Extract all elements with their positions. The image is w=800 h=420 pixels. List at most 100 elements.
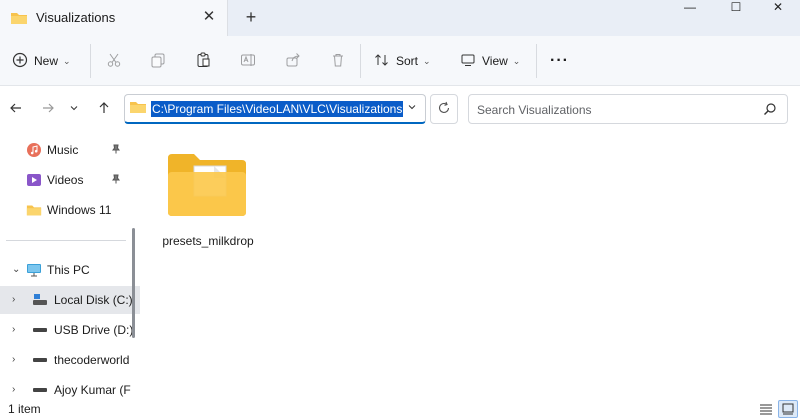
sidebar-item-label: thecoderworld xyxy=(54,353,130,367)
chevron-down-icon xyxy=(69,102,79,116)
sort-icon xyxy=(374,52,390,71)
share-button[interactable] xyxy=(285,48,301,74)
folder-icon xyxy=(10,10,28,29)
folder-icon xyxy=(26,202,42,218)
chevron-down-icon[interactable]: ⌄ xyxy=(12,264,20,275)
minimize-button[interactable]: — xyxy=(668,0,712,20)
sidebar-item-music[interactable]: Music xyxy=(0,136,140,164)
sidebar-item-label: Music xyxy=(47,143,79,157)
maximize-button[interactable]: ☐ xyxy=(714,0,758,20)
drive-icon xyxy=(32,382,48,398)
chevron-down-icon: ⌄ xyxy=(423,55,431,66)
chevron-down-icon xyxy=(408,105,416,110)
chevron-down-icon: ⌄ xyxy=(512,55,521,66)
toolbar-divider xyxy=(536,44,537,78)
pin-icon xyxy=(111,174,121,187)
new-tab-button[interactable]: + xyxy=(240,6,262,28)
back-button[interactable] xyxy=(4,98,28,120)
drive-icon xyxy=(32,352,48,368)
new-label: New xyxy=(34,54,59,68)
chevron-right-icon[interactable]: › xyxy=(12,354,15,365)
address-bar[interactable]: C:\Program Files\VideoLAN\VLC\Visualizat… xyxy=(124,94,426,124)
delete-button[interactable] xyxy=(330,48,346,74)
sidebar-divider xyxy=(6,240,126,241)
folder-item-presets-milkdrop[interactable]: presets_milkdrop xyxy=(160,148,256,252)
up-button[interactable] xyxy=(92,98,116,120)
new-button[interactable]: New ⌄ xyxy=(12,48,71,74)
sidebar-item-videos[interactable]: Videos xyxy=(0,166,140,194)
item-count: 1 item xyxy=(8,402,41,416)
sidebar-item-label: Videos xyxy=(47,173,84,187)
arrow-right-icon xyxy=(41,101,55,118)
view-label: View xyxy=(482,54,508,68)
sidebar-scrollbar[interactable] xyxy=(132,228,135,338)
tab-close-button[interactable]: ✕ xyxy=(198,6,220,28)
sidebar-item-this-pc[interactable]: ⌄ This PC xyxy=(0,256,140,284)
sidebar-item-label: USB Drive (D:) xyxy=(54,323,134,337)
chevron-right-icon[interactable]: › xyxy=(12,324,15,335)
refresh-button[interactable] xyxy=(430,94,458,124)
chevron-right-icon[interactable]: › xyxy=(12,384,15,395)
search-icon xyxy=(763,102,777,119)
sort-button[interactable]: Sort ⌄ xyxy=(374,48,431,74)
tab-title: Visualizations xyxy=(36,10,116,25)
sidebar-item-label: Local Disk (C:) xyxy=(54,293,133,307)
forward-button[interactable] xyxy=(36,98,60,120)
more-options-button[interactable]: ··· xyxy=(550,48,569,74)
sidebar-item-ajoy-kumar[interactable]: › Ajoy Kumar (F xyxy=(0,376,140,398)
share-icon xyxy=(285,52,301,71)
copy-button[interactable] xyxy=(150,48,166,74)
arrow-left-icon xyxy=(9,101,23,118)
monitor-icon xyxy=(460,52,476,71)
folder-item-label: presets_milkdrop xyxy=(162,234,254,248)
sidebar-item-label: Windows 11 xyxy=(47,203,112,217)
arrow-up-icon xyxy=(97,101,111,118)
address-row: C:\Program Files\VideoLAN\VLC\Visualizat… xyxy=(0,86,800,132)
cut-button[interactable] xyxy=(106,48,122,74)
plus-circle-icon xyxy=(12,52,28,71)
address-path-text[interactable]: C:\Program Files\VideoLAN\VLC\Visualizat… xyxy=(151,100,404,117)
rename-icon xyxy=(240,52,256,71)
copy-icon xyxy=(150,52,166,71)
music-icon xyxy=(26,142,42,158)
command-bar: New ⌄ Sort ⌄ View ⌄ ··· xyxy=(0,36,800,86)
computer-icon xyxy=(26,262,42,278)
tab-visualizations[interactable]: Visualizations ✕ xyxy=(0,0,228,36)
sidebar-item-label: Ajoy Kumar (F xyxy=(54,383,131,397)
sidebar-item-label: This PC xyxy=(47,263,90,277)
chevron-right-icon[interactable]: › xyxy=(12,294,15,305)
sidebar-item-local-disk-c[interactable]: › Local Disk (C:) xyxy=(0,286,140,314)
sidebar-item-usb-drive-d[interactable]: › USB Drive (D:) xyxy=(0,316,140,344)
folder-icon xyxy=(166,152,248,221)
drive-icon xyxy=(32,322,48,338)
paste-button[interactable] xyxy=(195,48,211,74)
details-view-button[interactable] xyxy=(756,400,776,418)
toolbar-divider xyxy=(360,44,361,78)
tiles-view-icon xyxy=(782,403,794,415)
scissors-icon xyxy=(106,52,122,71)
file-list: presets_milkdrop xyxy=(140,132,800,398)
address-dropdown-button[interactable] xyxy=(407,102,417,115)
navigation-pane: Music Videos Windows 11 ⌄ This PC › Loca… xyxy=(0,132,140,398)
drive-icon xyxy=(32,292,48,308)
view-button[interactable]: View ⌄ xyxy=(460,48,520,74)
sidebar-item-windows-11[interactable]: Windows 11 xyxy=(0,196,140,224)
large-icons-view-button[interactable] xyxy=(778,400,798,418)
list-view-icon xyxy=(760,404,772,415)
clipboard-icon xyxy=(195,52,211,71)
close-window-button[interactable]: ✕ xyxy=(756,0,800,20)
refresh-icon xyxy=(437,101,451,118)
status-bar: 1 item xyxy=(0,398,800,420)
toolbar-divider xyxy=(90,44,91,78)
rename-button[interactable] xyxy=(240,48,256,74)
sidebar-item-thecoderworld[interactable]: › thecoderworld xyxy=(0,346,140,374)
search-input[interactable]: Search Visualizations xyxy=(477,103,592,117)
recent-locations-button[interactable] xyxy=(62,98,86,120)
title-bar: Visualizations ✕ + — ☐ ✕ xyxy=(0,0,800,36)
pin-icon xyxy=(111,144,121,157)
video-icon xyxy=(26,172,42,188)
sort-label: Sort xyxy=(396,54,419,68)
chevron-down-icon: ⌄ xyxy=(63,55,71,66)
search-box[interactable]: Search Visualizations xyxy=(468,94,788,124)
folder-icon xyxy=(129,99,147,118)
